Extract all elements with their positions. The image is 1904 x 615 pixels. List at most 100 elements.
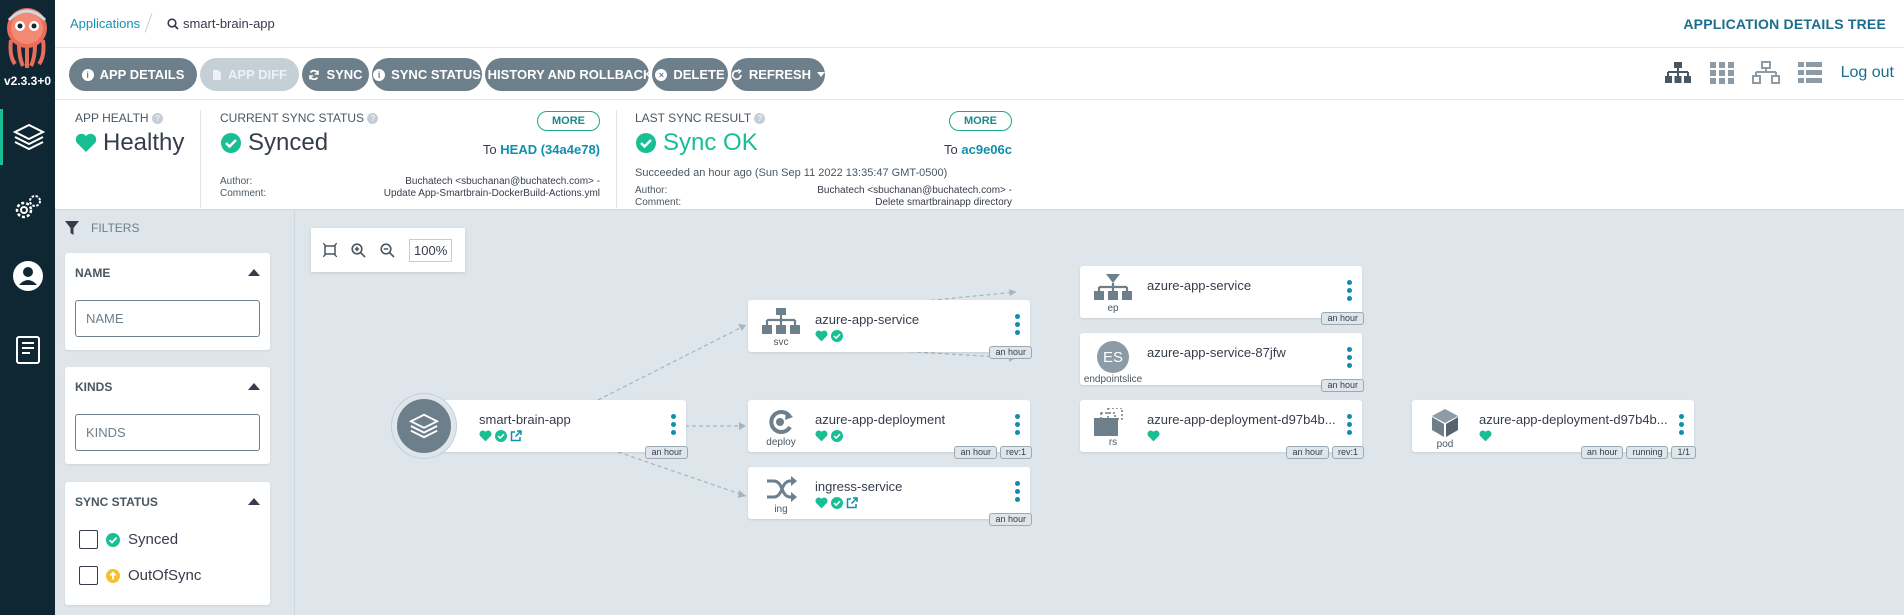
breadcrumb-applications[interactable]: Applications bbox=[70, 16, 140, 31]
network-view-icon[interactable] bbox=[1752, 61, 1780, 85]
last-sync-more-button[interactable]: MORE bbox=[949, 111, 1012, 131]
node-menu-button[interactable] bbox=[1015, 314, 1020, 335]
heart-icon bbox=[815, 497, 828, 509]
history-rollback-button[interactable]: HISTORY AND ROLLBACK bbox=[485, 58, 652, 91]
node-menu-button[interactable] bbox=[1015, 481, 1020, 502]
list-view-icon[interactable] bbox=[1796, 61, 1824, 85]
node-ready: 1/1 bbox=[1671, 446, 1696, 459]
node-status bbox=[815, 497, 858, 509]
breadcrumb-app-label: smart-brain-app bbox=[183, 16, 275, 31]
collapse-caret-icon[interactable] bbox=[248, 498, 260, 505]
filters-title: FILTERS bbox=[91, 221, 140, 235]
app-details-button[interactable]: i APP DETAILS bbox=[69, 58, 197, 91]
node-menu-button[interactable] bbox=[1679, 414, 1684, 435]
refresh-icon bbox=[731, 68, 742, 80]
tree-node-ingress[interactable]: ing ingress-service an hour bbox=[748, 467, 1032, 526]
history-label: HISTORY AND ROLLBACK bbox=[487, 67, 653, 82]
node-menu-button[interactable] bbox=[1347, 414, 1352, 435]
heart-icon bbox=[815, 330, 828, 342]
tree-view-icon[interactable] bbox=[1664, 61, 1692, 85]
help-icon[interactable]: ? bbox=[151, 113, 163, 125]
collapse-caret-icon[interactable] bbox=[248, 383, 260, 390]
help-icon[interactable]: ? bbox=[754, 113, 766, 125]
logout-link[interactable]: Log out bbox=[1841, 64, 1894, 82]
tree-node-deployment[interactable]: deploy azure-app-deployment an hour rev:1 bbox=[748, 400, 1032, 459]
sync-more-button[interactable]: MORE bbox=[537, 111, 600, 131]
zoom-level: 100% bbox=[409, 238, 453, 262]
endpoints-icon bbox=[1094, 274, 1132, 300]
zoom-in-icon[interactable] bbox=[351, 242, 366, 258]
app-toolbar: i APP DETAILS APP DIFF SYNC i SYNC STATUS … bbox=[55, 48, 1904, 100]
last-comment: Delete smartbrainapp directory bbox=[875, 197, 1012, 208]
nav-documentation[interactable] bbox=[0, 322, 55, 378]
pod-cube-icon bbox=[1432, 409, 1458, 437]
filter-synced[interactable]: Synced bbox=[79, 530, 178, 549]
app-health: APP HEALTH ? Healthy bbox=[75, 111, 184, 157]
node-age: an hour bbox=[645, 446, 688, 459]
tree-node-service[interactable]: svc azure-app-service an hour bbox=[748, 300, 1032, 359]
service-icon bbox=[762, 308, 800, 334]
kinds-filter-input[interactable] bbox=[75, 414, 260, 451]
check-circle-icon bbox=[831, 330, 843, 342]
node-name: azure-app-deployment bbox=[815, 412, 946, 427]
breadcrumb-separator bbox=[144, 13, 153, 33]
node-menu-button[interactable] bbox=[671, 414, 676, 435]
app-layers-icon bbox=[392, 394, 456, 458]
page-title: APPLICATION DETAILS TREE bbox=[1683, 16, 1886, 32]
node-menu-button[interactable] bbox=[1347, 280, 1352, 301]
help-icon[interactable]: ? bbox=[367, 113, 379, 125]
zoom-out-icon[interactable] bbox=[380, 242, 395, 258]
last-to-prefix: To bbox=[944, 142, 958, 157]
filters-header: FILTERS bbox=[65, 221, 139, 235]
sync-button[interactable]: SYNC bbox=[302, 58, 369, 91]
heart-icon bbox=[1479, 430, 1492, 442]
external-link-icon[interactable] bbox=[846, 497, 858, 509]
out-of-sync-checkbox[interactable] bbox=[79, 566, 98, 585]
nav-user-info[interactable] bbox=[0, 248, 55, 304]
refresh-button[interactable]: REFRESH bbox=[731, 58, 825, 91]
delete-button[interactable]: × DELETE bbox=[652, 58, 728, 91]
last-sync-result: LAST SYNC RESULT ? Sync OK MORE To ac9e0… bbox=[635, 111, 1012, 208]
node-name: azure-app-service-87jfw bbox=[1147, 345, 1286, 360]
pods-grid-icon[interactable] bbox=[1708, 61, 1736, 85]
nav-applications[interactable] bbox=[0, 109, 55, 165]
app-diff-button[interactable]: APP DIFF bbox=[200, 58, 299, 91]
argo-logo-icon[interactable] bbox=[3, 6, 51, 70]
filter-out-of-sync[interactable]: OutOfSync bbox=[79, 566, 201, 585]
synced-label: Synced bbox=[128, 531, 179, 548]
name-filter-input[interactable] bbox=[75, 300, 260, 337]
status-panel: APP HEALTH ? Healthy CURRENT SYNC STATUS… bbox=[55, 100, 1904, 210]
caret-down-icon bbox=[817, 72, 825, 77]
arrow-up-circle-icon bbox=[106, 568, 120, 583]
divider bbox=[200, 110, 201, 208]
current-sync-value: Synced bbox=[248, 129, 329, 156]
out-of-sync-label: OutOfSync bbox=[128, 567, 202, 584]
tree-node-pod[interactable]: pod azure-app-deployment-d97b4b... an ho… bbox=[1412, 400, 1696, 459]
filter-icon bbox=[65, 221, 79, 235]
tree-node-endpointslice[interactable]: ES endpointslice azure-app-service-87jfw … bbox=[1080, 333, 1364, 392]
breadcrumb-app[interactable]: smart-brain-app bbox=[167, 16, 275, 31]
tree-node-endpoints[interactable]: ep azure-app-service an hour bbox=[1080, 266, 1364, 325]
nav-settings[interactable] bbox=[0, 180, 55, 236]
collapse-caret-icon[interactable] bbox=[248, 269, 260, 276]
sync-to-revision[interactable]: HEAD (34a4e78) bbox=[500, 142, 600, 157]
info-icon: i bbox=[373, 68, 386, 81]
docs-icon bbox=[15, 336, 40, 364]
node-status bbox=[479, 430, 522, 442]
sync-status-button[interactable]: i SYNC STATUS bbox=[372, 58, 482, 91]
node-revision: rev:1 bbox=[1331, 446, 1364, 459]
tree-node-app[interactable]: smart-brain-app an hour bbox=[392, 394, 688, 459]
external-link-icon[interactable] bbox=[510, 430, 522, 442]
zoom-controls: 100% bbox=[311, 228, 465, 272]
kinds-filter: KINDS bbox=[65, 367, 270, 464]
fit-screen-icon[interactable] bbox=[323, 243, 337, 257]
filters-sidebar: FILTERS NAME KINDS SYNC STATUS Synced Ou… bbox=[55, 210, 295, 615]
last-sync-value: Sync OK bbox=[663, 129, 758, 156]
node-status bbox=[815, 330, 843, 342]
last-to-revision[interactable]: ac9e06c bbox=[961, 142, 1012, 157]
resource-tree-canvas[interactable]: 100% smart-brain-app an hour svc azure-a… bbox=[296, 210, 1904, 615]
synced-checkbox[interactable] bbox=[79, 530, 98, 549]
node-menu-button[interactable] bbox=[1015, 414, 1020, 435]
node-menu-button[interactable] bbox=[1347, 347, 1352, 368]
tree-node-replicaset[interactable]: rs azure-app-deployment-d97b4b... an hou… bbox=[1080, 400, 1364, 459]
